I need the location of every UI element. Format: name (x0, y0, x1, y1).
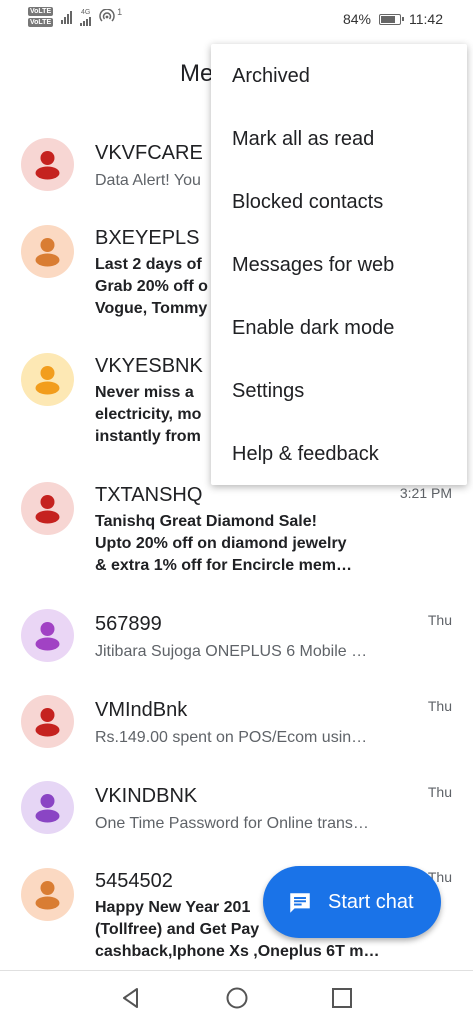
hotspot-icon (99, 9, 115, 22)
menu-item-dark-mode[interactable]: Enable dark mode (232, 317, 394, 340)
status-bar: VoLTE VoLTE 4G 1 84% 11:42 (0, 0, 473, 40)
menu-item-mark-all-read[interactable]: Mark all as read (232, 128, 374, 151)
conversation-row[interactable]: 567899 Thu Jitibara Sujoga ONEPLUS 6 Mob… (0, 609, 473, 669)
message-icon (290, 893, 310, 913)
start-chat-button[interactable]: Start chat (263, 866, 441, 938)
overflow-menu: Archived Mark all as read Blocked contac… (211, 44, 467, 485)
contact-avatar (21, 482, 74, 535)
conversation-row[interactable]: VKINDBNK Thu One Time Password for Onlin… (0, 781, 473, 841)
conversation-preview: Tanishq Great Diamond Sale! Upto 20% off… (95, 511, 395, 577)
recents-square-icon[interactable] (329, 985, 355, 1011)
start-chat-label: Start chat (328, 891, 414, 913)
conversation-time: 3:21 PM (399, 485, 452, 501)
volte-badge-sim2: VoLTE (28, 18, 54, 27)
preview-line: Upto 20% off on diamond jewelry (95, 535, 347, 552)
volte-badge-sim1: VoLTE (28, 7, 54, 16)
notification-count: 1 (117, 7, 123, 17)
person-icon (35, 495, 60, 524)
contact-avatar (21, 868, 74, 921)
clock: 11:42 (409, 11, 443, 27)
conversation-sender: 567899 (95, 613, 162, 635)
menu-item-messages-for-web[interactable]: Messages for web (232, 254, 394, 277)
contact-avatar (21, 225, 74, 278)
battery-percent: 84% (342, 11, 371, 27)
signal-icon-sim2 (80, 16, 92, 26)
menu-item-archived[interactable]: Archived (232, 65, 310, 88)
contact-avatar (21, 781, 74, 834)
battery-icon (379, 13, 404, 25)
person-icon (35, 622, 60, 651)
menu-item-blocked-contacts[interactable]: Blocked contacts (232, 191, 383, 214)
conversation-row[interactable]: TXTANSHQ 3:21 PM Tanishq Great Diamond S… (0, 480, 473, 580)
home-circle-icon[interactable] (224, 985, 250, 1011)
network-type: 4G (80, 8, 91, 16)
person-icon (35, 151, 60, 180)
preview-line: & extra 1% off for Encircle mem… (95, 557, 352, 574)
conversation-sender: VKVFCARE (95, 142, 203, 164)
conversation-sender: VMIndBnk (95, 699, 188, 721)
person-icon (35, 708, 60, 737)
status-left: VoLTE VoLTE 4G 1 (28, 7, 122, 27)
system-nav-bar (0, 970, 473, 1025)
conversation-sender: VKINDBNK (95, 785, 198, 807)
signal-icon (61, 10, 73, 24)
contact-avatar (21, 138, 74, 191)
conversation-sender: 5454502 (95, 870, 173, 892)
volte-badges: VoLTE VoLTE (28, 7, 54, 27)
menu-item-settings[interactable]: Settings (232, 380, 304, 403)
contact-avatar (21, 353, 74, 406)
conversation-time: Thu (427, 698, 452, 714)
person-icon (35, 366, 60, 395)
app-title: Me (180, 60, 214, 87)
contact-avatar (21, 695, 74, 748)
person-icon (35, 881, 60, 910)
preview-line: cashback,Iphone Xs ,Oneplus 6T m… (95, 943, 380, 960)
conversation-time: Thu (427, 612, 452, 628)
person-icon (35, 238, 60, 267)
menu-item-help-feedback[interactable]: Help & feedback (232, 443, 379, 466)
conversation-time: Thu (427, 784, 452, 800)
person-icon (35, 794, 60, 823)
contact-avatar (21, 609, 74, 662)
conversation-row[interactable]: VMIndBnk Thu Rs.149.00 spent on POS/Ecom… (0, 695, 473, 755)
conversation-preview: Rs.149.00 spent on POS/Ecom usin… (95, 729, 368, 746)
conversation-preview: One Time Password for Online trans… (95, 815, 369, 832)
conversation-sender: BXEYEPLS (95, 227, 200, 249)
back-triangle-icon[interactable] (118, 985, 144, 1011)
preview-line: Tanishq Great Diamond Sale! (95, 513, 317, 530)
conversation-sender: VKYESBNK (95, 355, 203, 377)
conversation-sender: TXTANSHQ (95, 484, 203, 506)
conversation-preview: Jitibara Sujoga ONEPLUS 6 Mobile … (95, 643, 368, 660)
status-right: 84% 11:42 (343, 11, 443, 27)
